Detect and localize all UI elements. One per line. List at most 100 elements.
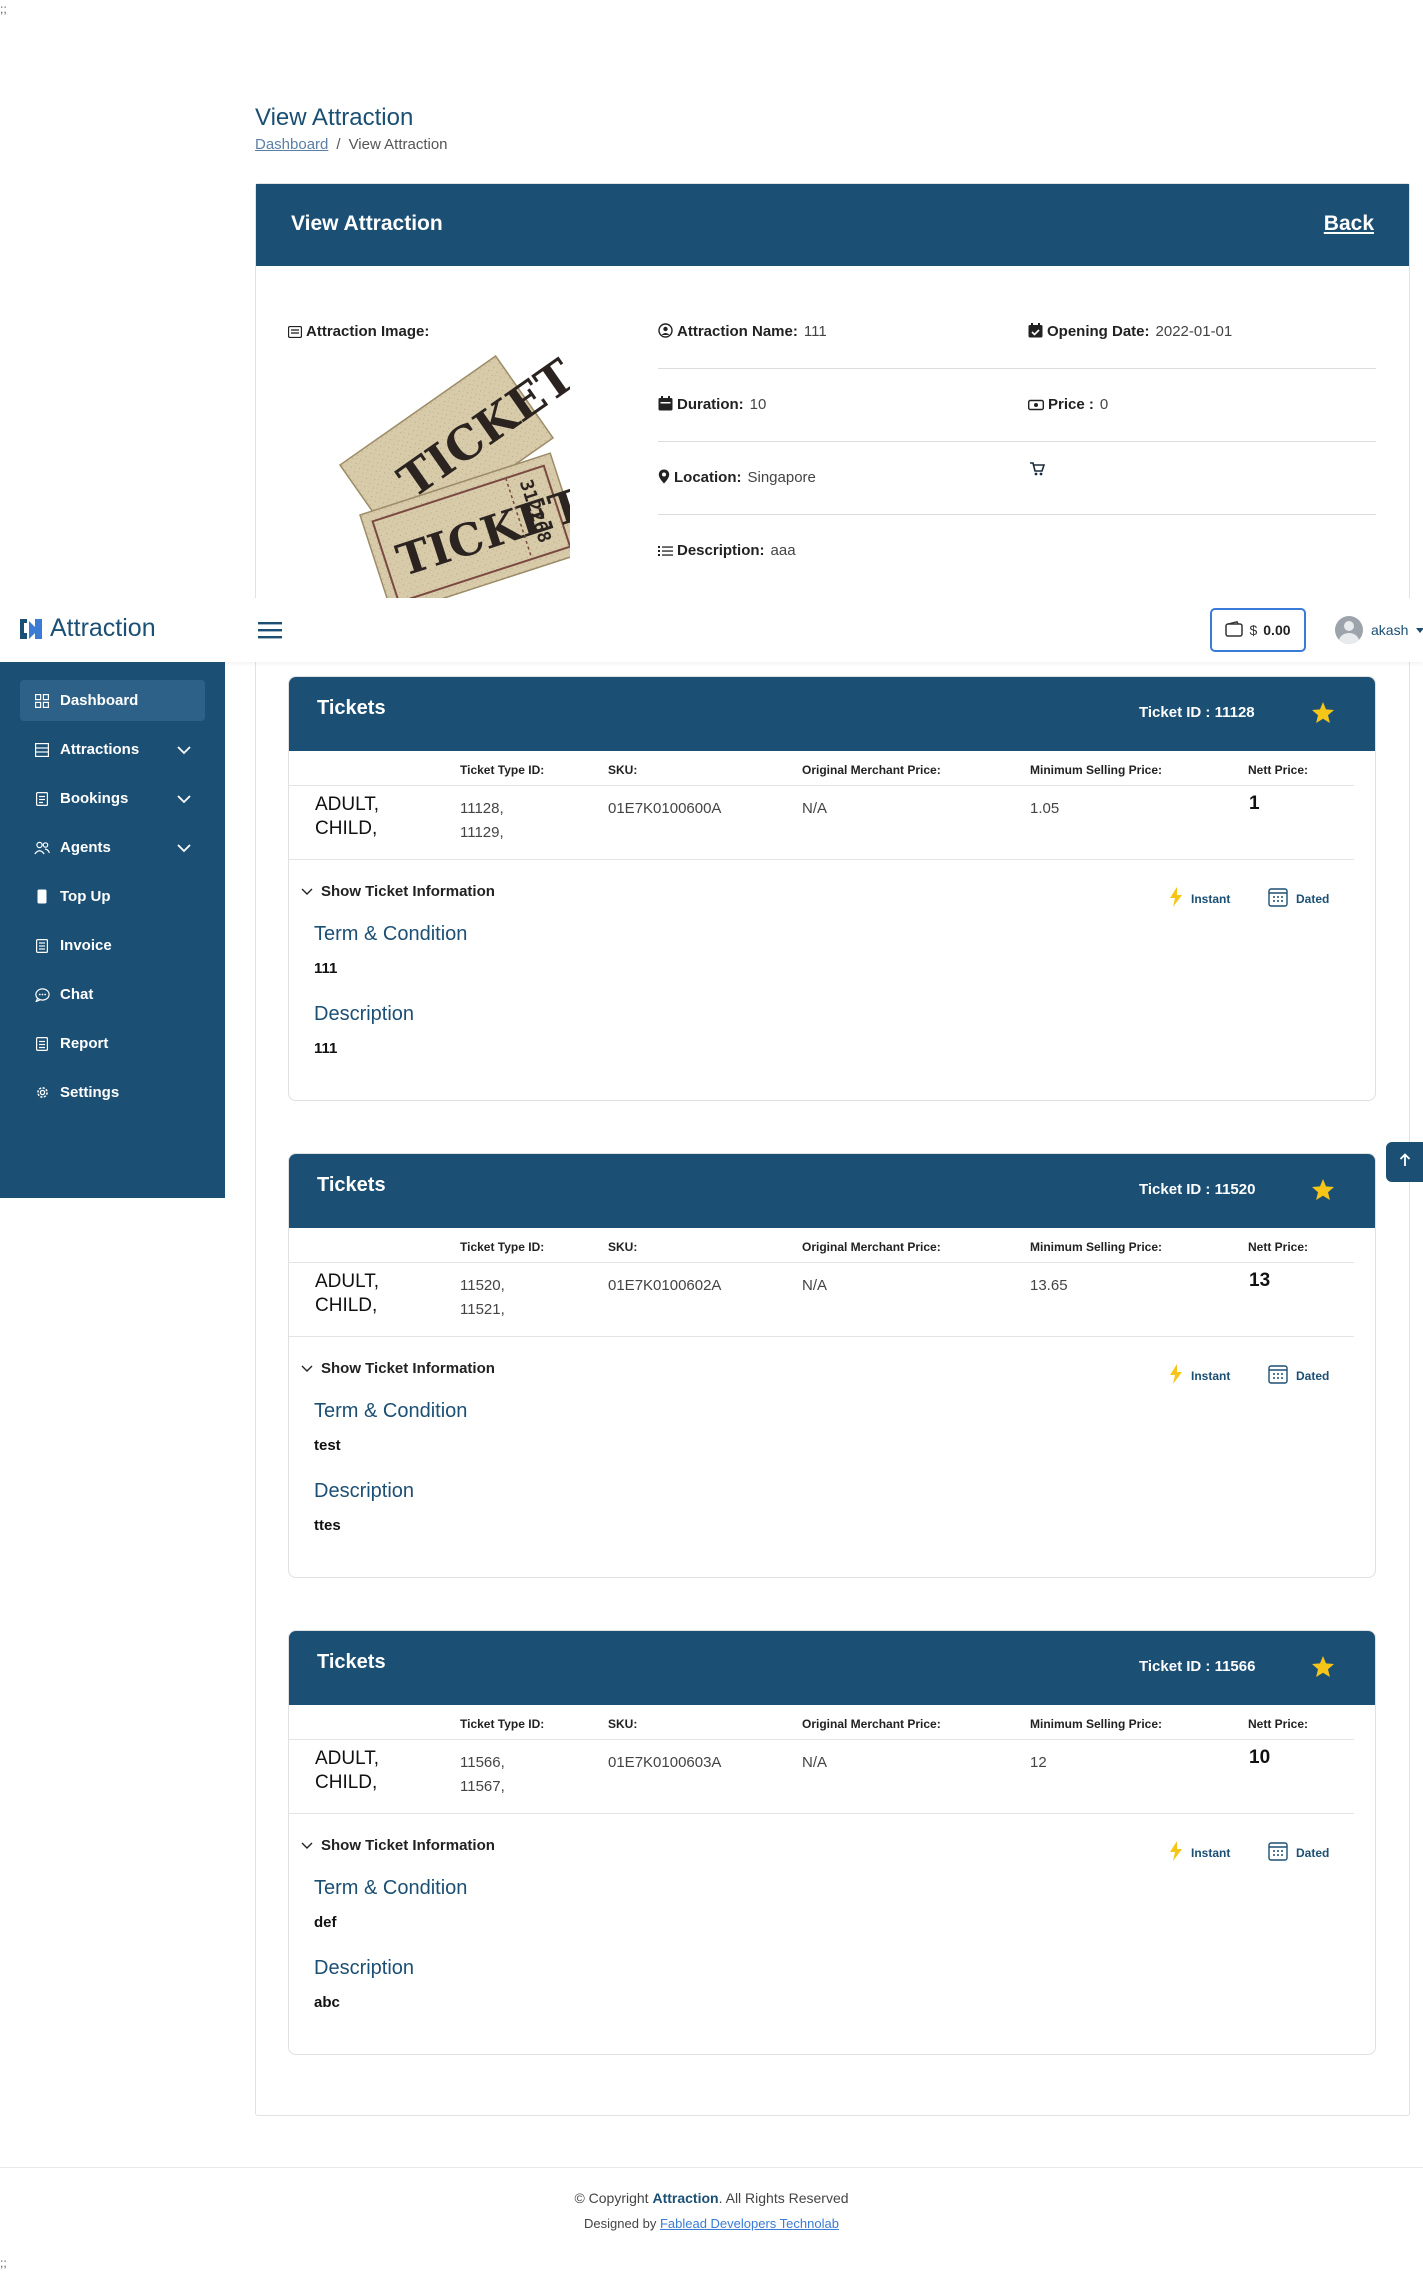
instant-badge: Instant xyxy=(1169,1841,1230,1864)
row-divider xyxy=(289,785,1354,786)
sidebar-item-top-up[interactable]: Top Up xyxy=(20,876,205,917)
merchant-price-value: N/A xyxy=(802,1754,828,1771)
show-ticket-info-toggle[interactable]: Show Ticket Information xyxy=(301,1837,495,1854)
column-header-ticket-type-id: Ticket Type ID: xyxy=(460,763,545,777)
passenger-types: ADULT, CHILD, xyxy=(315,1271,380,1316)
row-divider xyxy=(289,1336,1354,1337)
breadcrumb-current: View Attraction xyxy=(348,136,448,153)
star-icon[interactable] xyxy=(1311,701,1335,729)
column-header-sku: SKU: xyxy=(608,763,638,777)
card-title: View Attraction xyxy=(291,212,443,235)
cart-icon[interactable] xyxy=(1030,462,1046,481)
calendar-grid-icon xyxy=(1268,1841,1288,1864)
sidebar-item-label: Attractions xyxy=(60,741,140,758)
description-field: Description: aaa xyxy=(658,542,796,562)
lightning-icon xyxy=(1169,1841,1183,1864)
column-header-nett-price: Nett Price: xyxy=(1248,1240,1309,1254)
merchant-price-value: N/A xyxy=(802,1277,828,1294)
sidebar-item-dashboard[interactable]: Dashboard xyxy=(20,680,205,721)
image-card-icon xyxy=(287,325,303,343)
term-condition-title: Term & Condition xyxy=(314,1877,468,1899)
price-field: Price :0 xyxy=(1027,396,1108,416)
star-icon[interactable] xyxy=(1311,1178,1335,1206)
menu-toggle-icon[interactable] xyxy=(258,620,282,645)
dated-badge: Dated xyxy=(1268,1841,1329,1864)
column-header-min-price: Minimum Selling Price: xyxy=(1030,763,1163,777)
dated-badge: Dated xyxy=(1268,887,1329,910)
ticket-type-ids: 11520, 11521, xyxy=(460,1277,505,1318)
sidebar-item-attractions[interactable]: Attractions xyxy=(20,729,205,770)
sku-value: 01E7K0100602A xyxy=(608,1277,722,1294)
ticket-type-ids: 11128, 11129, xyxy=(460,800,504,841)
report-icon xyxy=(34,1036,50,1052)
user-menu[interactable]: akash xyxy=(1335,616,1423,644)
row-divider xyxy=(289,859,1354,860)
wallet-balance-button[interactable]: $0.00 xyxy=(1210,608,1306,652)
description-value: abc xyxy=(314,1994,340,2011)
column-header-merchant-price: Original Merchant Price: xyxy=(802,1717,941,1731)
user-name: akash xyxy=(1371,622,1409,638)
footer-designed-by: Designed by Fablead Developers Technolab xyxy=(584,2216,839,2231)
calendar-icon xyxy=(658,396,673,416)
map-pin-icon xyxy=(658,469,670,489)
sidebar-item-chat[interactable]: Chat xyxy=(20,974,205,1015)
designer-link[interactable]: Fablead Developers Technolab xyxy=(660,2216,839,2231)
sidebar-item-label: Invoice xyxy=(60,937,112,954)
duration-field: Duration: 10 xyxy=(658,396,766,416)
sidebar-item-invoice[interactable]: Invoice xyxy=(20,925,205,966)
row-divider xyxy=(289,1813,1354,1814)
ticket-card-title: Tickets xyxy=(317,1651,386,1673)
scroll-to-top-button[interactable] xyxy=(1386,1142,1423,1182)
brand-icon xyxy=(20,618,42,639)
show-ticket-info-toggle[interactable]: Show Ticket Information xyxy=(301,883,495,900)
invoice-icon xyxy=(34,938,50,954)
dated-badge: Dated xyxy=(1268,1364,1329,1387)
ticket-card-header: Tickets Ticket ID : 11520 xyxy=(289,1154,1375,1228)
opening-date-field: Opening Date: 2022-01-01 xyxy=(1028,323,1232,343)
back-link[interactable]: Back xyxy=(1324,212,1374,236)
description-value: 111 xyxy=(314,1040,338,1057)
gear-icon xyxy=(34,1085,50,1101)
description-value: ttes xyxy=(314,1517,341,1534)
passenger-types: ADULT, CHILD, xyxy=(315,1748,380,1793)
location-field: Location: Singapore xyxy=(658,469,816,489)
breadcrumb-separator: / xyxy=(336,136,341,153)
chat-icon xyxy=(34,987,50,1003)
ticket-id: Ticket ID : 11520 xyxy=(1139,1181,1256,1198)
brand-logo[interactable]: Attraction xyxy=(18,614,156,643)
term-condition-title: Term & Condition xyxy=(314,923,468,945)
user-circle-icon xyxy=(658,323,673,343)
ticket-card-title: Tickets xyxy=(317,697,386,719)
nett-price-value: 13 xyxy=(1249,1270,1271,1291)
detail-divider xyxy=(658,514,1376,515)
column-header-ticket-type-id: Ticket Type ID: xyxy=(460,1717,545,1731)
term-condition-value: 111 xyxy=(314,960,338,977)
ticket-id: Ticket ID : 11566 xyxy=(1139,1658,1256,1675)
avatar xyxy=(1335,616,1363,644)
detail-divider xyxy=(658,441,1376,442)
row-divider xyxy=(289,1739,1354,1740)
column-header-sku: SKU: xyxy=(608,1717,638,1731)
chevron-down-icon xyxy=(301,1360,313,1377)
cash-icon xyxy=(1027,398,1045,416)
calendar-check-icon xyxy=(1028,323,1043,343)
sidebar-item-report[interactable]: Report xyxy=(20,1023,205,1064)
column-header-nett-price: Nett Price: xyxy=(1248,763,1309,777)
breadcrumb-dashboard-link[interactable]: Dashboard xyxy=(255,136,328,153)
ticket-card: Tickets Ticket ID : 11566 Ticket Type ID… xyxy=(288,1630,1376,2055)
wallet-icon xyxy=(1225,620,1244,640)
sidebar-item-bookings[interactable]: Bookings xyxy=(20,778,205,819)
ticket-card: Tickets Ticket ID : 11128 Ticket Type ID… xyxy=(288,676,1376,1101)
ticket-id: Ticket ID : 11128 xyxy=(1139,704,1255,721)
corner-mark-bottom: ;; xyxy=(0,2256,7,2270)
show-ticket-info-toggle[interactable]: Show Ticket Information xyxy=(301,1360,495,1377)
document-icon xyxy=(34,791,50,807)
sidebar-item-agents[interactable]: Agents xyxy=(20,827,205,868)
sidebar-item-settings[interactable]: Settings xyxy=(20,1072,205,1113)
row-divider xyxy=(289,1262,1354,1263)
ticket-type-ids: 11566, 11567, xyxy=(460,1754,505,1795)
attraction-image[interactable]: TICKET TICKET 312268 xyxy=(300,349,590,616)
sidebar-item-label: Agents xyxy=(60,839,111,856)
star-icon[interactable] xyxy=(1311,1655,1335,1683)
term-condition-value: def xyxy=(314,1914,337,1931)
